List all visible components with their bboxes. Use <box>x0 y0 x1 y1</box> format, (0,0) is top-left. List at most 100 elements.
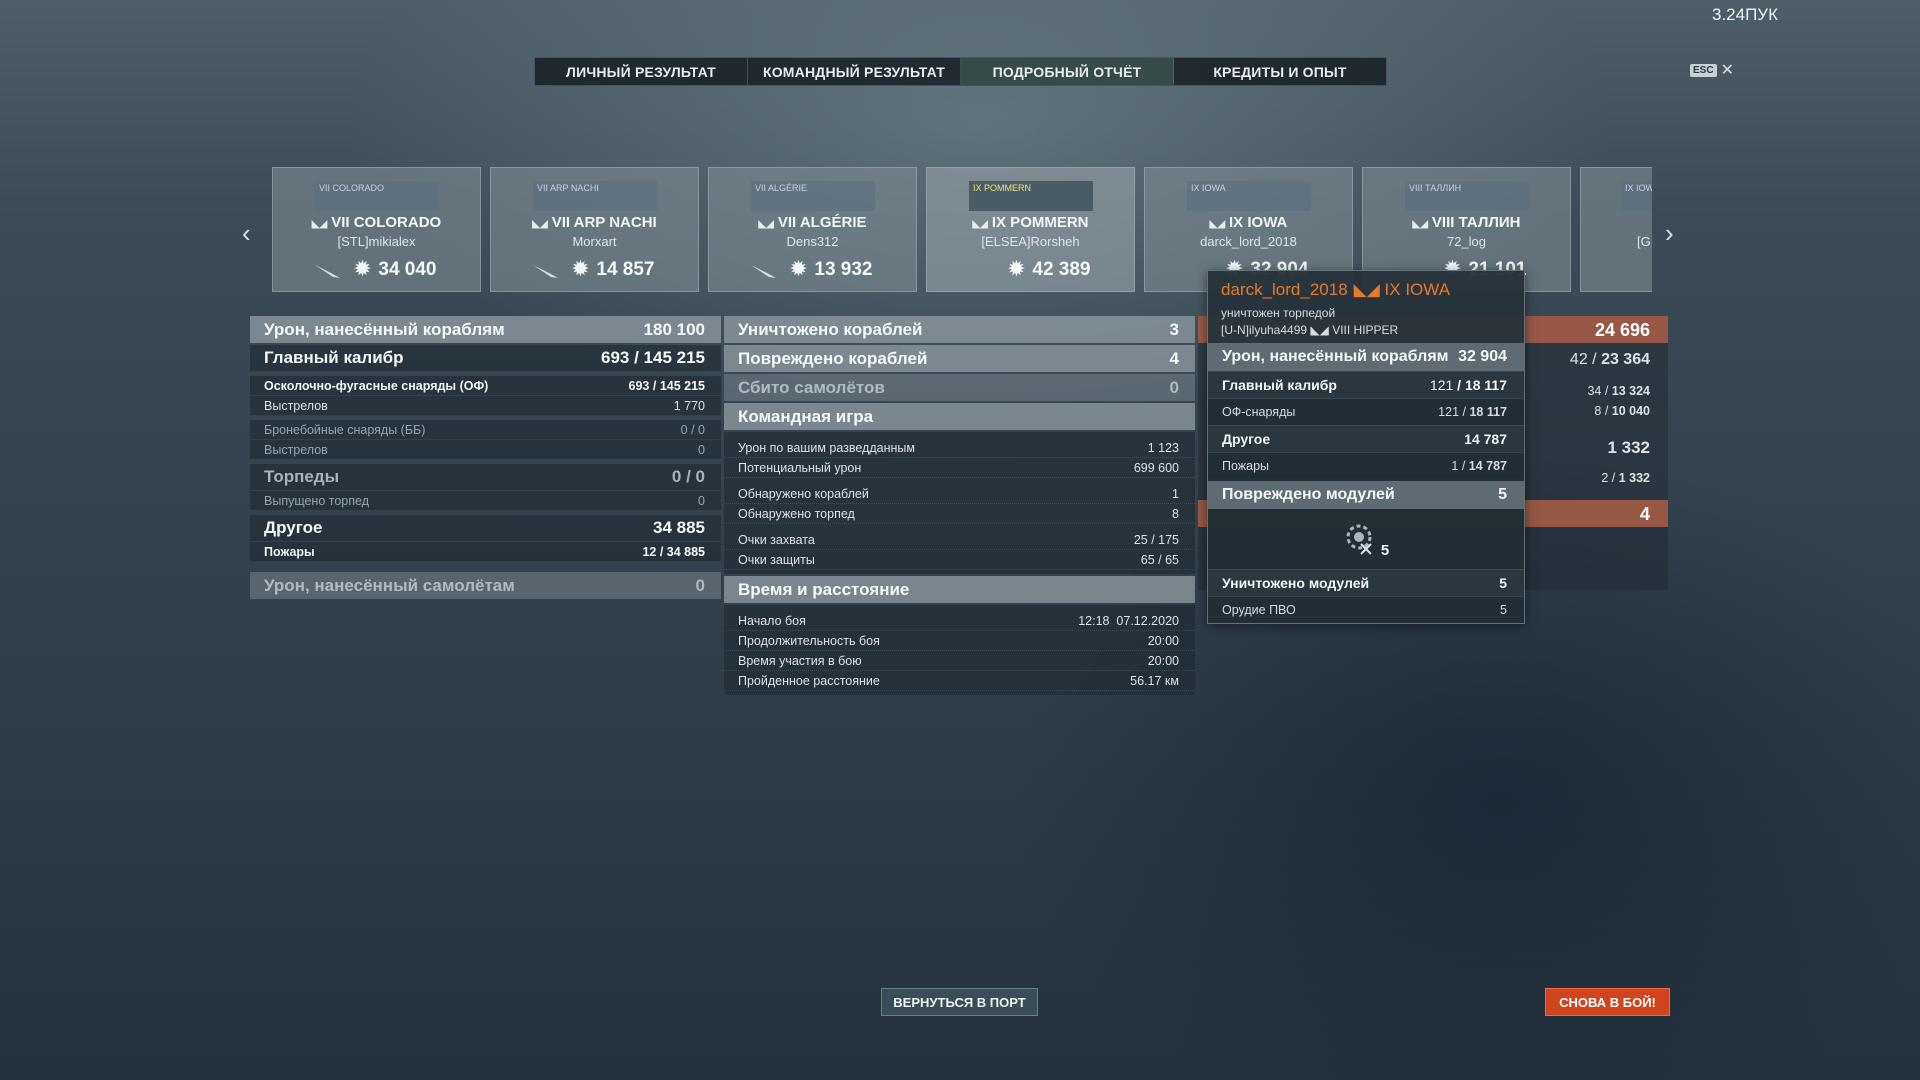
hits: 34 <box>1587 384 1602 398</box>
damage-panel: Урон, нанесённый кораблям 180 100 Главный… <box>250 316 721 601</box>
value: 20:00 <box>1147 653 1179 668</box>
total: 18 117 <box>1464 377 1507 393</box>
thumb-name: VII COLORADO <box>319 183 385 193</box>
tooltip-title: darck_lord_2018 ◣◢ IX IOWA <box>1221 280 1511 300</box>
value: 8 <box>1172 506 1179 521</box>
summary-panel: Уничтожено кораблей 3 Повреждено кораблей… <box>724 316 1195 697</box>
label: Обнаружено кораблей <box>738 486 869 501</box>
chevron-left-icon[interactable]: ‹ <box>242 218 251 249</box>
damage-number: 13 932 <box>814 258 873 280</box>
time-distance-header: Время и расстояние <box>724 576 1195 603</box>
ship-name: ◣◢ VII COLORADO <box>273 214 480 231</box>
player-name: Dens312 <box>786 234 839 249</box>
label: Время и расстояние <box>738 579 910 599</box>
tab-credits-xp[interactable]: КРЕДИТЫ И ОПЫТ <box>1174 58 1386 85</box>
value: 0 <box>1169 377 1179 397</box>
hits: 8 <box>1594 404 1602 418</box>
label: Потенциальный урон <box>738 460 862 475</box>
damage-number: 34 040 <box>378 258 437 280</box>
label: Сбито самолётов <box>738 377 885 397</box>
value: 693 / 145 215 <box>628 378 705 393</box>
hits: 693 <box>601 348 630 367</box>
ship-name: ◣◢ VIII ТАЛЛИН <box>1363 214 1570 231</box>
aa-gun-icon <box>1346 524 1372 555</box>
fires-row: Пожары 12 / 34 885 <box>250 542 721 562</box>
stat-row: Очки защиты 65 / 65 <box>724 550 1195 570</box>
thumb-name: VII ARP NACHI <box>537 183 599 193</box>
label: Бронебойные снаряды (ББ) <box>264 422 426 437</box>
ship-name: ◣◢ VII ARP NACHI <box>491 214 698 231</box>
tooltip-aa-guns: Орудие ПВО 5 <box>1208 596 1524 623</box>
total: 13 324 <box>1611 384 1650 398</box>
damage-number: 14 857 <box>596 258 655 280</box>
return-to-port-button[interactable]: ВЕРНУТЬСЯ В ПОРТ <box>881 988 1038 1016</box>
team-play-block: Урон по вашим разведданным 1 123 Потенциа… <box>724 432 1195 574</box>
ship-class-icon: ◣◢ <box>1209 219 1226 230</box>
thumb-name: IX POMMERN <box>973 183 1032 193</box>
damage-planes-header: Урон, нанесённый самолётам 0 <box>250 572 721 599</box>
ship-class-icon: ◣◢ <box>1412 219 1428 230</box>
label: Уничтожено модулей <box>1222 575 1370 591</box>
value: 0 <box>695 575 705 595</box>
time-distance-block: Начало боя 12:18 07.12.2020 Продолжительн… <box>724 605 1195 695</box>
stat-row: Обнаружено торпед 8 <box>724 504 1195 524</box>
chevron-right-icon[interactable]: › <box>1665 218 1674 249</box>
stat-row: Время участия в бою 20:00 <box>724 651 1195 671</box>
ship-name-text: IX IOWA <box>1229 214 1288 231</box>
label: Время участия в бою <box>738 653 862 668</box>
ship-name: ◣◢ VII ALGÉRIE <box>709 214 916 231</box>
ship-card[interactable]: VII ALGÉRIE ◣◢ VII ALGÉRIE Dens312 ✹ 13 93… <box>708 167 917 292</box>
player-name: 72_log <box>1446 234 1487 249</box>
hits: 121 <box>1438 405 1460 419</box>
value: 0 / 0 <box>680 422 705 437</box>
planes-shot-header: Сбито самолётов 0 <box>724 374 1195 401</box>
ship-card[interactable]: VII ARP NACHI ◣◢ VII ARP NACHI Morxart ✹ 1… <box>490 167 699 292</box>
burst-icon: ✹ <box>572 259 589 280</box>
tooltip-other: Другое 14 787 <box>1208 425 1524 452</box>
ship-card[interactable]: VII COLORADO ◣◢ VII COLORADO [STL]mikiale… <box>272 167 481 292</box>
esc-close-button[interactable]: ESC ✕ <box>1690 60 1734 80</box>
label: Осколочно-фугасные снаряды (ОФ) <box>264 378 489 393</box>
ap-shells-row: Бронебойные снаряды (ББ) 0 / 0 <box>250 420 721 440</box>
damage-value: ✹ 14 857 <box>529 258 698 281</box>
ship-thumbnail: VIII ТАЛЛИН <box>1405 181 1529 211</box>
player: darck_lord_2018 <box>1221 280 1348 299</box>
thumb-name: IX IOWA <box>1625 183 1652 193</box>
stat-value: 42 / 23 364 <box>1569 351 1650 368</box>
damage-number: 42 389 <box>1032 258 1091 280</box>
damage-value: ✹ 13 932 <box>747 258 916 281</box>
tab-team-result[interactable]: КОМАНДНЫЙ РЕЗУЛЬТАТ <box>748 58 961 85</box>
value: 34 885 <box>653 518 705 537</box>
hits: 12 <box>642 544 657 559</box>
value: 20:00 <box>1147 633 1179 648</box>
stat-value: 8 / 10 040 <box>1594 404 1650 418</box>
stat-value: 2 / 1 332 <box>1601 471 1650 485</box>
label: Урон, нанесённый самолётам <box>264 575 515 595</box>
player-name: Morxart <box>572 234 617 249</box>
battle-again-button[interactable]: СНОВА В БОЙ! <box>1545 988 1670 1016</box>
stat-row: Начало боя 12:18 07.12.2020 <box>724 611 1195 631</box>
label: Другое <box>1222 431 1271 447</box>
ship-card-own[interactable]: IX POMMERN ◣◢ IX POMMERN [ELSEA]Rorsheh ✹… <box>926 167 1135 292</box>
tab-detailed-report[interactable]: ПОДРОБНЫЙ ОТЧЁТ <box>961 58 1174 85</box>
tooltip-fires: Пожары 1 / 14 787 <box>1208 452 1524 479</box>
esc-key-icon: ESC <box>1690 63 1717 77</box>
team-play-header: Командная игра <box>724 403 1195 430</box>
ship-card-partial[interactable]: IX IOWA [G <box>1580 167 1652 292</box>
damaged-ships-header: Повреждено кораблей 4 <box>724 345 1195 372</box>
stat-value: 1 332 <box>1607 438 1650 457</box>
ship-name-text: VIII ТАЛЛИН <box>1431 214 1521 231</box>
tooltip-modules-destroyed: Уничтожено модулей 5 <box>1208 569 1524 596</box>
ship-name: ◣◢ IX IOWA <box>1145 214 1352 231</box>
value: 25 / 175 <box>1133 532 1179 547</box>
value: 12 / 34 885 <box>642 544 705 559</box>
label: Главный калибр <box>1222 377 1337 393</box>
value: 693 / 145 215 <box>601 348 705 367</box>
tab-personal-result[interactable]: ЛИЧНЫЙ РЕЗУЛЬТАТ <box>535 58 748 85</box>
label: Обнаружено торпед <box>738 506 855 521</box>
value: 24 696 <box>1594 320 1650 340</box>
player-name: [ELSEA]Rorsheh <box>981 234 1080 249</box>
label: Урон, нанесённый кораблям <box>264 319 505 339</box>
killer: [U-N]ilyuha4499 <box>1221 323 1308 337</box>
thumb-name: VII ALGÉRIE <box>755 183 808 193</box>
